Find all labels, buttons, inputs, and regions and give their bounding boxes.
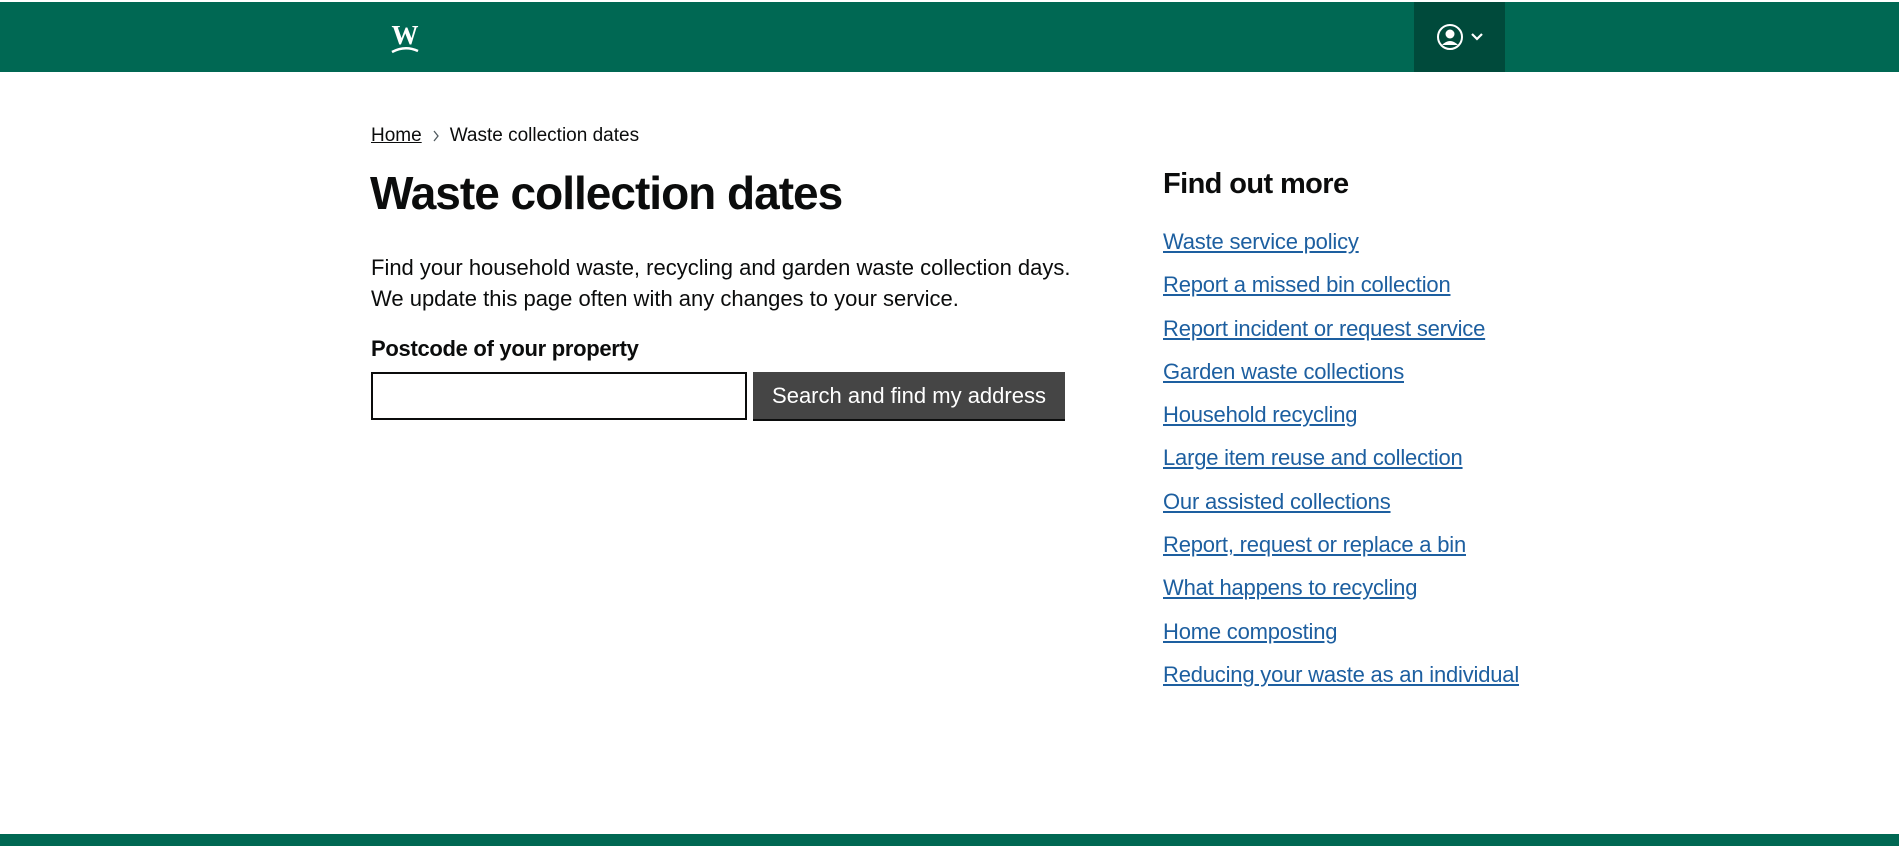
breadcrumb-current: Waste collection dates	[449, 125, 640, 146]
list-item: Waste service policy	[1163, 223, 1519, 266]
list-item: Garden waste collections	[1163, 353, 1519, 396]
list-item: What happens to recycling	[1163, 569, 1519, 612]
link-replace-bin[interactable]: Report, request or replace a bin	[1163, 532, 1466, 557]
related-links-list: Waste service policy Report a missed bin…	[1163, 223, 1519, 699]
site-header: W	[0, 2, 1899, 72]
link-household-recycling[interactable]: Household recycling	[1163, 402, 1358, 427]
list-item: Our assisted collections	[1163, 483, 1519, 526]
breadcrumb-home-link[interactable]: Home	[371, 125, 422, 147]
link-waste-service-policy[interactable]: Waste service policy	[1163, 229, 1359, 254]
link-report-missed-bin[interactable]: Report a missed bin collection	[1163, 272, 1451, 297]
link-large-item-reuse[interactable]: Large item reuse and collection	[1163, 445, 1463, 470]
list-item: Report a missed bin collection	[1163, 266, 1519, 309]
link-report-incident[interactable]: Report incident or request service	[1163, 316, 1485, 341]
list-item: Reducing your waste as an individual	[1163, 656, 1519, 699]
sidebar-title: Find out more	[1163, 168, 1349, 200]
page-title: Waste collection dates	[370, 167, 843, 219]
intro-text: Find your household waste, recycling and…	[371, 255, 1071, 311]
user-circle-icon	[1436, 24, 1463, 50]
list-item: Report, request or replace a bin	[1163, 526, 1519, 569]
search-address-button[interactable]: Search and find my address	[753, 372, 1065, 419]
home-logo-link[interactable]: W	[386, 20, 424, 58]
w-logo-icon: W	[391, 20, 419, 54]
postcode-label: Postcode of your property	[371, 336, 639, 361]
link-what-happens-recycling[interactable]: What happens to recycling	[1163, 575, 1417, 600]
site-footer	[0, 834, 1899, 846]
svg-text:W: W	[392, 20, 419, 50]
breadcrumb: Home Waste collection dates	[371, 125, 639, 147]
list-item: Report incident or request service	[1163, 310, 1519, 353]
link-assisted-collections[interactable]: Our assisted collections	[1163, 489, 1391, 514]
chevron-down-icon	[1470, 33, 1483, 41]
list-item: Household recycling	[1163, 396, 1519, 439]
postcode-input[interactable]	[371, 372, 747, 420]
account-menu-button[interactable]	[1414, 2, 1505, 72]
chevron-right-icon	[433, 130, 439, 142]
link-reducing-waste[interactable]: Reducing your waste as an individual	[1163, 662, 1519, 687]
list-item: Large item reuse and collection	[1163, 439, 1519, 482]
list-item: Home composting	[1163, 613, 1519, 656]
link-home-composting[interactable]: Home composting	[1163, 619, 1338, 644]
link-garden-waste[interactable]: Garden waste collections	[1163, 359, 1404, 384]
